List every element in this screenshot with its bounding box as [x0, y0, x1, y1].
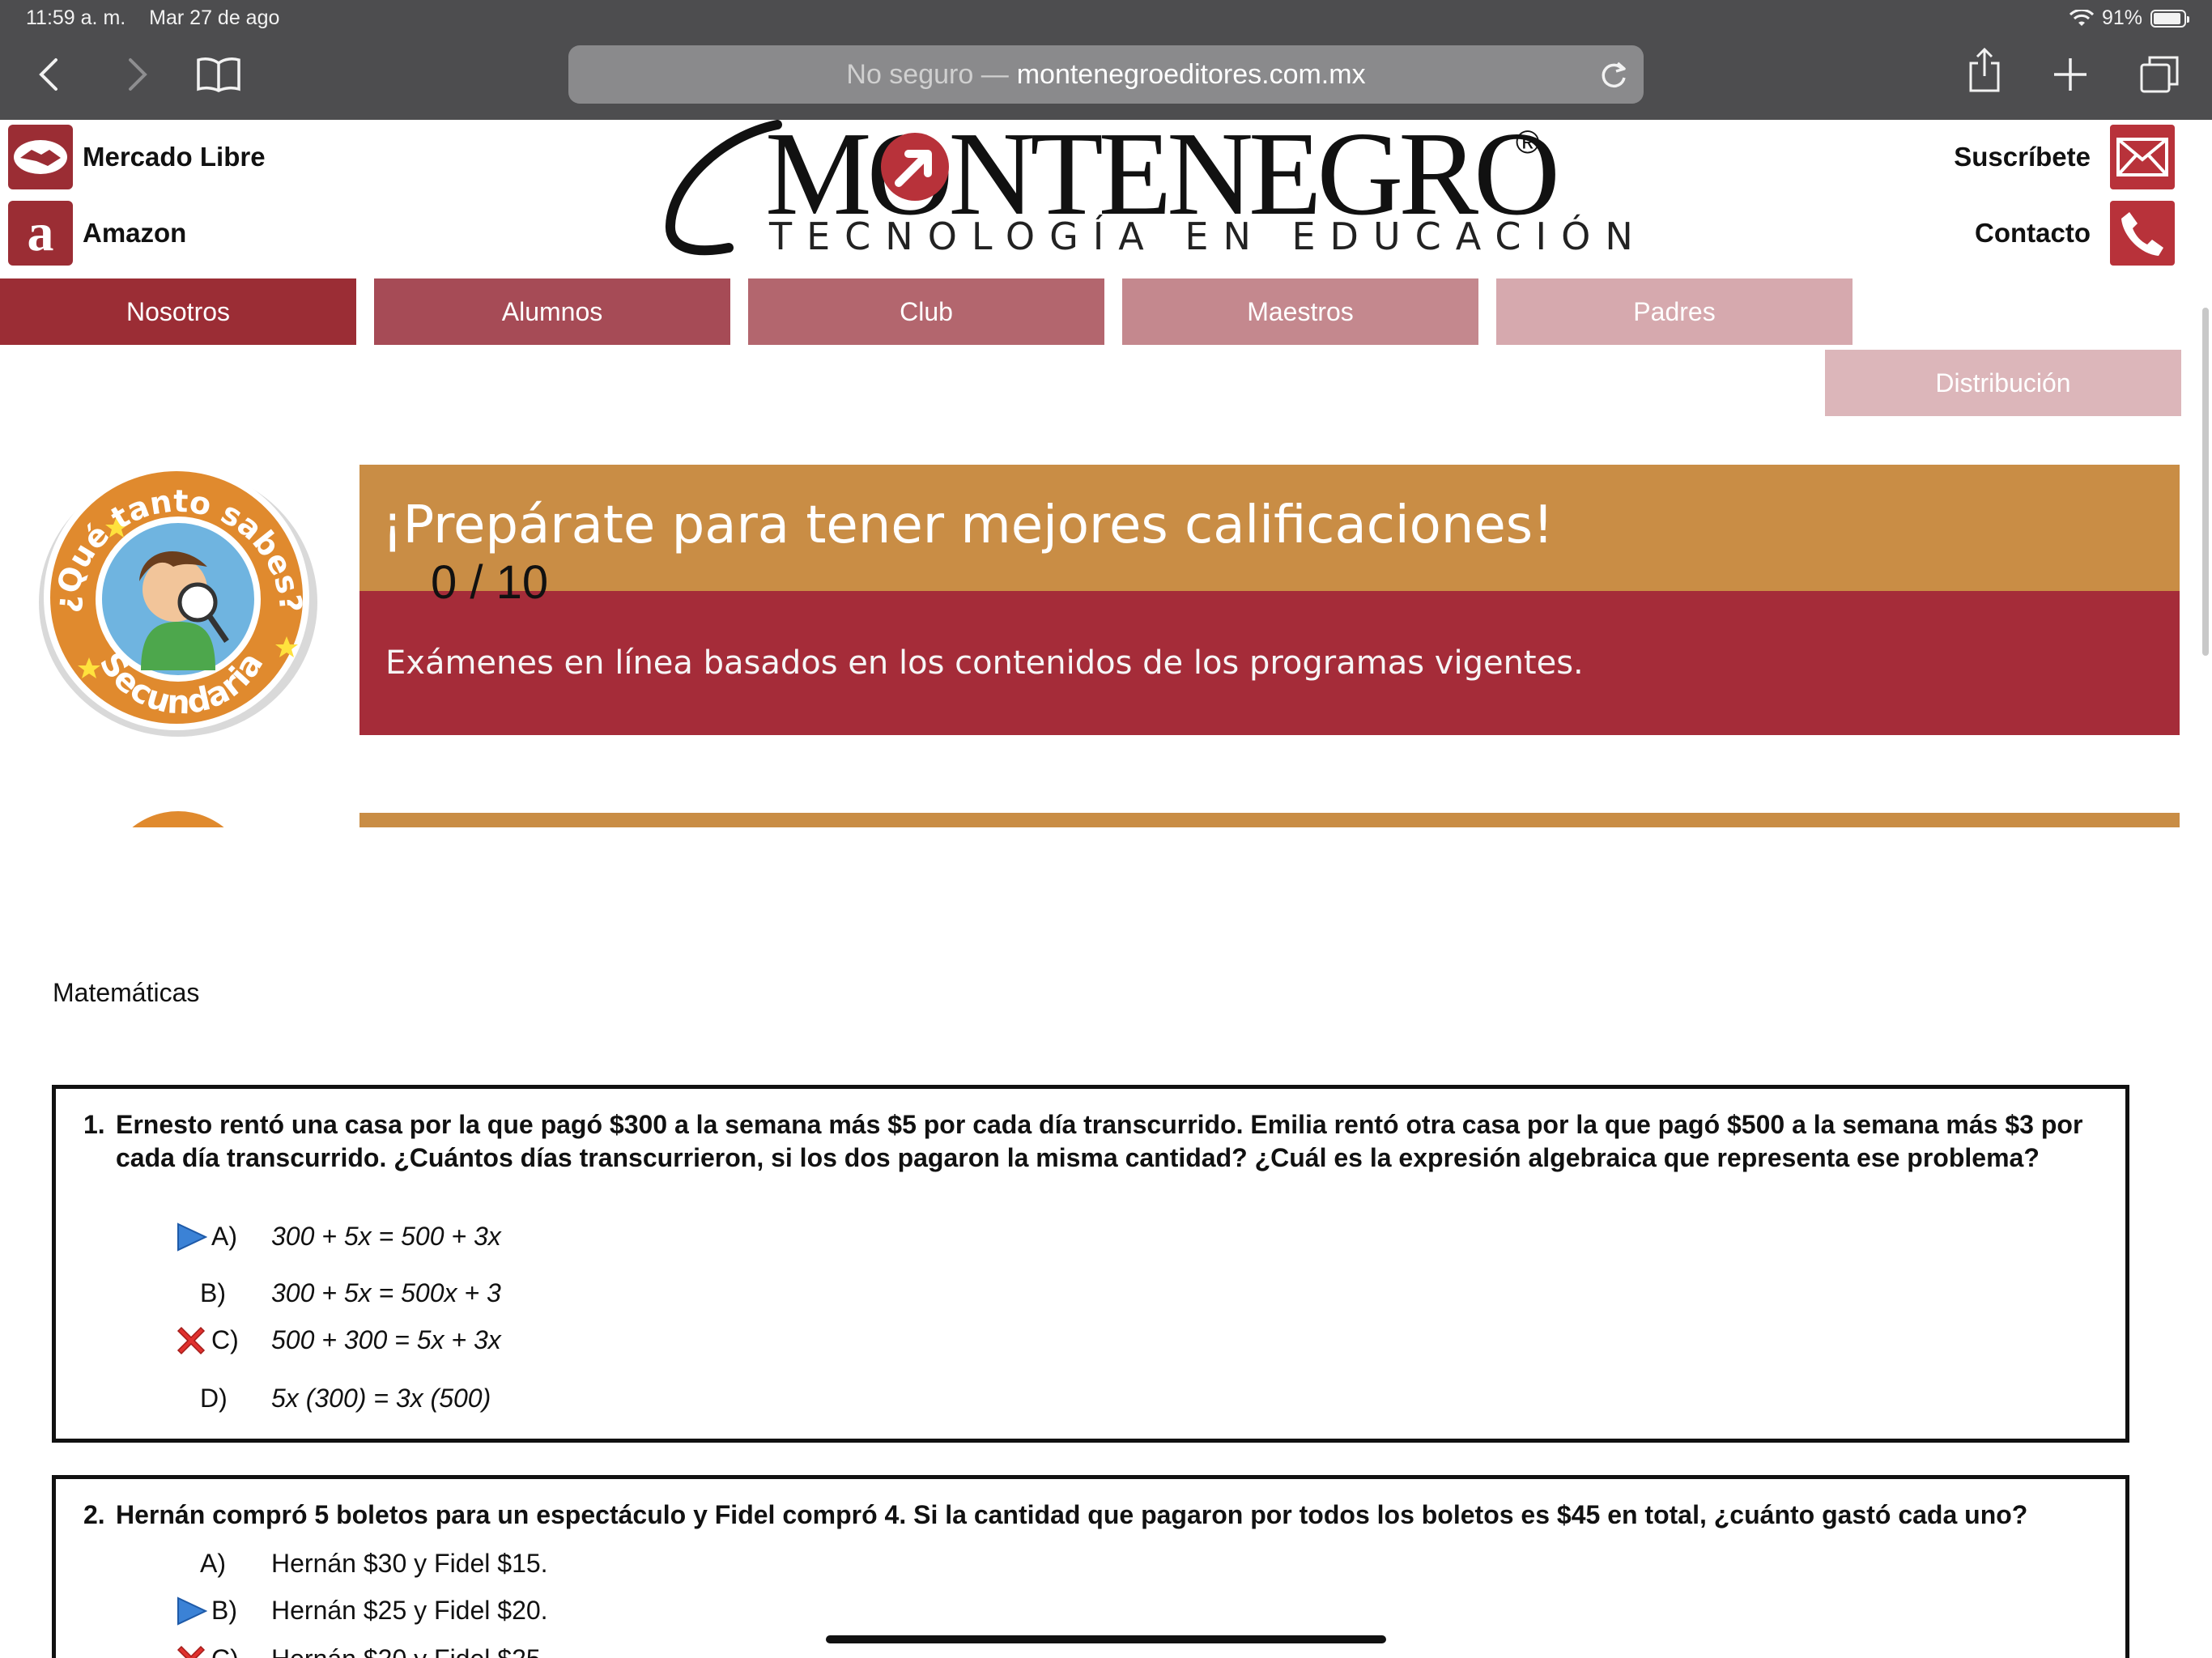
option-text: Hernán $30 y Fidel $15. [271, 1549, 548, 1578]
logo-tagline: TECNOLOGÍA EN EDUCACIÓN [769, 215, 1648, 258]
banner-title-panel: ¡Prepárate para tener mejores calificaci… [359, 465, 2180, 591]
menu-nosotros[interactable]: Nosotros [0, 278, 356, 345]
forward-button[interactable] [121, 52, 154, 97]
menu-distribucion[interactable]: Distribución [1825, 350, 2181, 416]
book-icon [197, 57, 240, 92]
reload-icon [1602, 62, 1626, 88]
option-text: 300 + 5x = 500x + 3 [271, 1278, 501, 1307]
phone-icon [2110, 201, 2175, 266]
insecure-label: No seguro — [846, 58, 1009, 90]
second-banner-peek [359, 813, 2180, 827]
question-number: 2. [83, 1500, 105, 1529]
status-bar-left: 11:59 a. m. Mar 27 de ago [26, 6, 297, 30]
contact-label: Contacto [1975, 218, 2091, 248]
option-text: 500 + 300 = 5x + 3x [271, 1325, 501, 1354]
play-arrow-icon [172, 1218, 210, 1256]
option-letter: A) [200, 1549, 226, 1578]
option-letter: B) [211, 1596, 237, 1625]
menu-label: Distribución [1935, 368, 2071, 397]
montenegro-logo[interactable]: MONTENEGRO ® TECNOLOGÍA EN EDUCACIÓN [656, 108, 1633, 261]
logo-arrow-icon [881, 133, 949, 201]
browser-chrome: 11:59 a. m. Mar 27 de ago 91% No seguro … [0, 0, 2212, 120]
url-domain: montenegroeditores.com.mx [1016, 58, 1366, 90]
new-tab-button[interactable] [2052, 52, 2089, 97]
chevron-right-icon [129, 58, 147, 91]
amazon-link[interactable]: a Amazon [8, 201, 186, 266]
question-body: Ernesto rentó una casa por la que pagó $… [116, 1110, 2083, 1172]
menu-label: Padres [1633, 296, 1716, 326]
bookmarks-button[interactable] [194, 52, 243, 97]
mercado-libre-link[interactable]: Mercado Libre [8, 125, 266, 189]
question-card-1: 1. Ernesto rentó una casa por la que pag… [52, 1085, 2129, 1443]
secundaria-badge: ¿Qué tanto sabes? Secundaria [36, 460, 321, 738]
handshake-icon [8, 125, 73, 189]
wifi-icon [2069, 9, 2094, 26]
option-letter: A) [211, 1222, 237, 1251]
chevron-left-icon [39, 58, 57, 91]
registered-mark: ® [1516, 125, 1540, 160]
amazon-icon: a [8, 201, 73, 266]
option-text: 300 + 5x = 500 + 3x [271, 1222, 501, 1251]
plus-icon [2054, 58, 2087, 91]
home-indicator[interactable] [826, 1635, 1386, 1643]
tabs-button[interactable] [2138, 52, 2181, 97]
question-body: Hernán compró 5 boletos para un espectác… [116, 1500, 2028, 1529]
menu-label: Maestros [1247, 296, 1354, 326]
reload-button[interactable] [1598, 58, 1629, 98]
menu-label: Nosotros [125, 296, 231, 326]
battery-icon [2150, 9, 2189, 28]
mercado-libre-label: Mercado Libre [83, 142, 266, 172]
question-number: 1. [83, 1110, 105, 1139]
tabs-icon [2140, 56, 2179, 93]
subscribe-label: Suscríbete [1954, 142, 2091, 172]
share-icon [1969, 47, 2000, 92]
subject-title: Matemáticas [53, 978, 200, 1007]
red-x-icon [172, 1641, 210, 1658]
amazon-label: Amazon [83, 218, 187, 248]
battery-level [2154, 12, 2180, 24]
option-text: Hernán $20 y Fidel $25. [271, 1644, 548, 1658]
battery-percent: 91% [2101, 6, 2142, 29]
play-arrow-icon [172, 1592, 210, 1630]
subscribe-link[interactable]: Suscríbete [1954, 125, 2175, 189]
option-letter: C) [211, 1644, 239, 1658]
share-button[interactable] [1966, 47, 2003, 92]
address-bar[interactable]: No seguro — montenegroeditores.com.mx [568, 45, 1644, 104]
score-counter: 0 / 10 [431, 556, 549, 609]
question-card-2: 2. Hernán compró 5 boletos para un espec… [52, 1475, 2129, 1658]
menu-club[interactable]: Club [748, 278, 1104, 345]
menu-label: Club [900, 296, 953, 326]
question-2-text: 2. Hernán compró 5 boletos para un espec… [83, 1499, 2091, 1532]
menu-padres[interactable]: Padres [1496, 278, 1853, 345]
banner-subtitle: Exámenes en línea basados en los conteni… [385, 644, 1584, 682]
red-x-icon [172, 1322, 210, 1359]
second-badge-peek [105, 811, 251, 827]
status-bar-right: 91% [2069, 6, 2189, 30]
menu-label: Alumnos [501, 296, 603, 326]
status-time: 11:59 a. m. [26, 6, 126, 29]
option-text: Hernán $25 y Fidel $20. [271, 1596, 548, 1625]
banner-title: ¡Prepárate para tener mejores calificaci… [382, 495, 1554, 555]
banner-subtitle-panel: Exámenes en línea basados en los conteni… [359, 591, 2180, 735]
option-letter: B) [200, 1278, 226, 1307]
question-1-text: 1. Ernesto rentó una casa por la que pag… [83, 1108, 2091, 1175]
option-text: 5x (300) = 3x (500) [271, 1384, 491, 1413]
option-letter: D) [200, 1384, 228, 1413]
menu-alumnos[interactable]: Alumnos [374, 278, 730, 345]
back-button[interactable] [32, 52, 65, 97]
status-date: Mar 27 de ago [149, 6, 280, 29]
contact-link[interactable]: Contacto [1975, 201, 2175, 266]
page-scrollbar[interactable] [2202, 308, 2209, 656]
menu-maestros[interactable]: Maestros [1122, 278, 1478, 345]
envelope-icon [2110, 125, 2175, 189]
option-letter: C) [211, 1325, 239, 1354]
